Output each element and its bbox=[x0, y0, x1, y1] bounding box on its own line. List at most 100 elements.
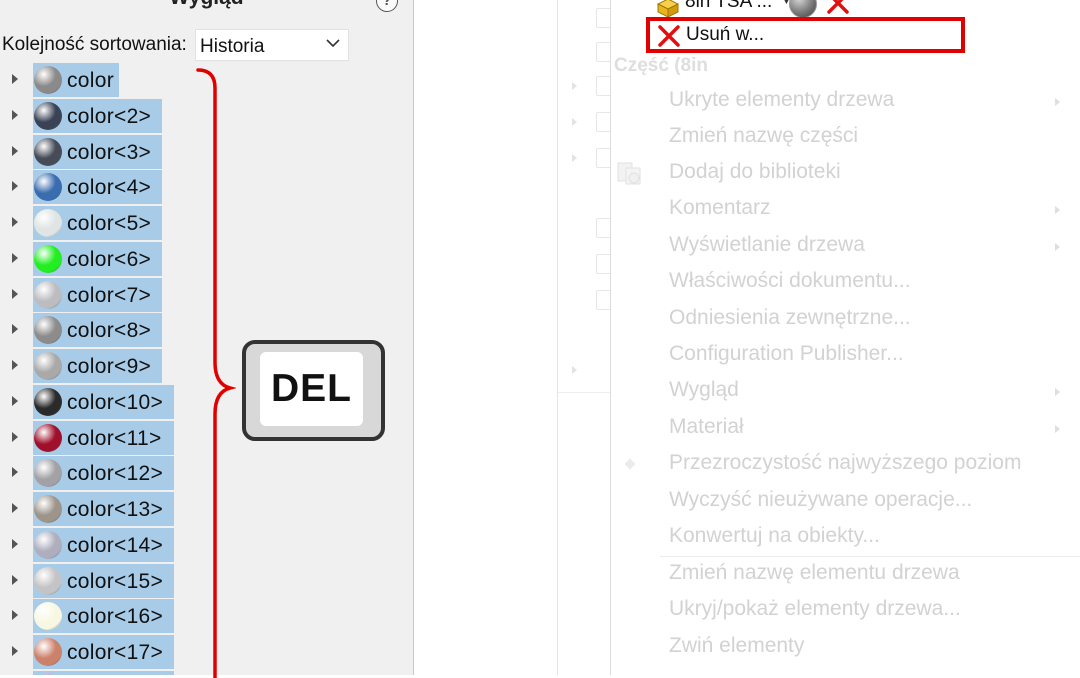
color-swatch-icon bbox=[34, 66, 62, 94]
submenu-arrow-icon bbox=[1055, 425, 1060, 433]
sort-order-label: Kolejność sortowania: bbox=[2, 34, 187, 55]
context-menu-item[interactable]: Komentarz bbox=[669, 196, 771, 220]
appearance-list-item[interactable]: color<12> bbox=[0, 456, 300, 491]
color-swatch-icon bbox=[34, 566, 62, 595]
expand-arrow-icon[interactable] bbox=[12, 181, 18, 192]
configuration-name[interactable]: 8in TSA ... bbox=[685, 0, 772, 13]
context-menu-item[interactable]: Ukryte elementy drzewa bbox=[669, 88, 894, 112]
appearance-list-item[interactable]: color<18> bbox=[0, 670, 300, 675]
delete-menu-label: Usuń w... bbox=[686, 24, 765, 45]
expand-arrow-icon[interactable] bbox=[12, 74, 18, 84]
expand-arrow-icon[interactable] bbox=[12, 109, 18, 120]
color-swatch-icon bbox=[34, 101, 62, 130]
submenu-arrow-icon bbox=[1055, 243, 1060, 251]
submenu-arrow-icon bbox=[1055, 206, 1060, 214]
context-menu-item[interactable]: Configuration Publisher... bbox=[669, 342, 904, 366]
appearance-list-item[interactable]: color<15> bbox=[0, 563, 300, 599]
color-swatch-icon bbox=[34, 280, 62, 309]
sort-order-value: Historia bbox=[200, 36, 265, 57]
color-swatch-icon bbox=[34, 352, 62, 380]
context-menu-item[interactable]: Zmień nazwę części bbox=[669, 124, 858, 148]
expand-arrow-icon[interactable] bbox=[12, 324, 18, 335]
appearance-label: color<8> bbox=[67, 319, 152, 343]
expand-arrow-icon[interactable] bbox=[12, 538, 18, 549]
delete-x-icon[interactable] bbox=[825, 0, 851, 16]
appearance-label: color<12> bbox=[67, 462, 164, 486]
submenu-arrow-icon bbox=[1055, 388, 1060, 396]
context-menu-item[interactable]: Ukryj/pokaż elementy drzewa... bbox=[669, 597, 961, 621]
curly-brace-icon bbox=[196, 68, 236, 678]
expand-arrow-icon[interactable] bbox=[12, 145, 18, 156]
appearance-label: color<17> bbox=[67, 641, 164, 664]
expand-arrow-icon[interactable] bbox=[12, 467, 18, 478]
context-menu-item[interactable]: Dodaj do biblioteki bbox=[669, 160, 841, 184]
appearance-label: color<13> bbox=[67, 498, 164, 521]
appearance-label: color<7> bbox=[67, 283, 152, 307]
part-section-header: Część (8in bbox=[614, 55, 708, 76]
tree-expand-arrow bbox=[572, 118, 577, 126]
expand-arrow-icon[interactable] bbox=[12, 610, 18, 621]
color-swatch-icon bbox=[34, 244, 62, 273]
color-swatch-icon bbox=[34, 137, 62, 166]
expand-arrow-icon[interactable] bbox=[12, 574, 18, 585]
delete-appearance-menu-item[interactable]: Usuń w... bbox=[646, 17, 965, 53]
color-swatch-icon bbox=[34, 387, 62, 416]
context-menu-item[interactable]: Wyczyść nieużywane operacje... bbox=[669, 488, 972, 512]
tree-expand-arrow bbox=[572, 366, 577, 374]
del-key-icon: DEL bbox=[242, 340, 385, 441]
appearance-list-item[interactable]: color<6> bbox=[0, 241, 300, 277]
appearance-list-item[interactable]: color<14> bbox=[0, 527, 300, 563]
context-menu-item[interactable]: Wyświetlanie drzewa bbox=[669, 233, 865, 257]
appearance-label: color<16> bbox=[67, 605, 164, 629]
context-menu-item[interactable]: Odniesienia zewnętrzne... bbox=[669, 306, 911, 330]
appearance-list-item[interactable]: color<2> bbox=[0, 98, 300, 134]
context-menu-item[interactable]: Zwiń elementy bbox=[669, 634, 804, 658]
expand-arrow-icon[interactable] bbox=[12, 395, 18, 406]
appearance-label: color<11> bbox=[67, 426, 162, 450]
appearance-label: color<2> bbox=[67, 104, 152, 128]
panel-title: Wygląd bbox=[0, 0, 413, 10]
context-menu-item[interactable]: Przezroczystość najwyższego poziom bbox=[669, 451, 1021, 475]
appearance-label: color<5> bbox=[67, 212, 152, 235]
color-swatch-icon bbox=[34, 495, 62, 523]
appearance-label: color<6> bbox=[67, 247, 152, 271]
appearance-list-item[interactable]: color<3> bbox=[0, 134, 300, 170]
appearance-label: color<15> bbox=[67, 569, 164, 593]
expand-arrow-icon[interactable] bbox=[12, 360, 18, 370]
color-swatch-icon bbox=[34, 209, 62, 237]
context-menu-item[interactable]: Wygląd bbox=[669, 378, 739, 402]
expand-arrow-icon[interactable] bbox=[12, 217, 18, 227]
expand-arrow-icon[interactable] bbox=[12, 503, 18, 513]
appearance-list-item[interactable]: color<7> bbox=[0, 277, 300, 313]
expand-arrow-icon[interactable] bbox=[12, 252, 18, 263]
sort-order-select[interactable]: Historia bbox=[195, 29, 349, 61]
appearance-list-item[interactable]: color<17> bbox=[0, 635, 300, 670]
add-to-library-icon bbox=[617, 162, 641, 185]
appearance-label: color<4> bbox=[67, 176, 152, 200]
appearance-list-item[interactable]: color bbox=[0, 63, 300, 98]
tree-expand-arrow bbox=[572, 82, 577, 90]
help-icon[interactable]: ? bbox=[376, 0, 398, 12]
appearance-label: color bbox=[67, 69, 115, 92]
expand-arrow-icon[interactable] bbox=[12, 646, 18, 656]
expand-arrow-icon[interactable] bbox=[12, 431, 18, 442]
appearance-label: color<14> bbox=[67, 533, 164, 557]
context-menu-item[interactable]: Materiał bbox=[669, 415, 744, 439]
part-cube-icon[interactable] bbox=[657, 0, 679, 18]
selection-highlight bbox=[33, 670, 174, 675]
appearance-label: color<9> bbox=[67, 355, 152, 378]
del-key-label: DEL bbox=[260, 352, 363, 426]
context-menu-item[interactable]: Właściwości dokumentu... bbox=[669, 269, 911, 293]
appearance-list-item[interactable]: color<4> bbox=[0, 170, 300, 205]
appearance-list-item[interactable]: color<13> bbox=[0, 492, 300, 527]
color-swatch-icon bbox=[34, 530, 62, 559]
appearance-list-item[interactable]: color<16> bbox=[0, 599, 300, 634]
appearance-label: color<3> bbox=[67, 140, 152, 164]
divider bbox=[558, 392, 611, 393]
color-swatch-icon bbox=[34, 638, 62, 666]
expand-arrow-icon[interactable] bbox=[12, 288, 18, 299]
context-menu-item[interactable]: Konwertuj na obiekty... bbox=[669, 524, 880, 548]
appearance-list-item[interactable]: color<5> bbox=[0, 206, 300, 241]
context-menu-item[interactable]: Zmień nazwę elementu drzewa bbox=[669, 561, 960, 585]
submenu-arrow-icon bbox=[1055, 98, 1060, 106]
